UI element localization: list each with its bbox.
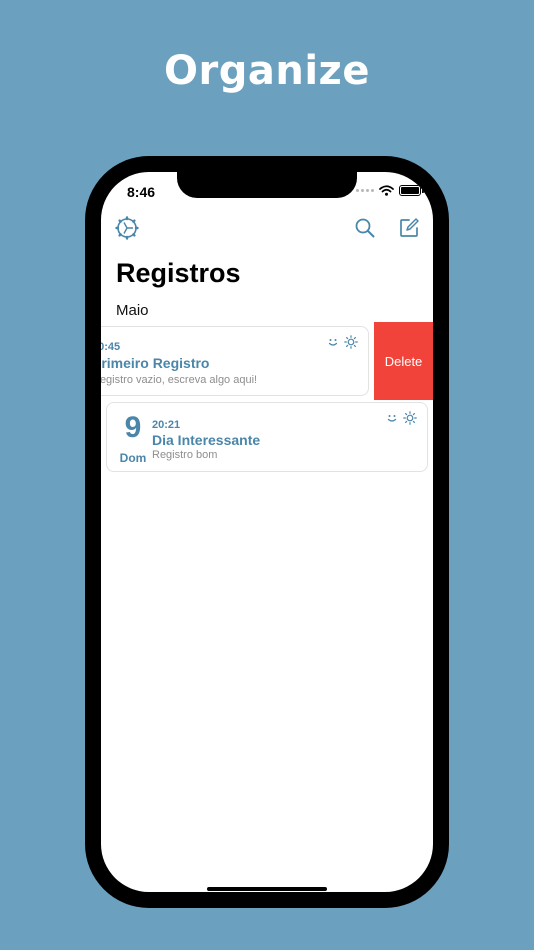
- headline: Organize: [164, 48, 370, 94]
- status-icons: [356, 185, 424, 196]
- entry-preview: Registro bom: [152, 449, 218, 461]
- smile-icon: [328, 339, 338, 346]
- entry-title: Dia Interessante: [152, 432, 261, 448]
- entry-day-name: Dom: [119, 451, 147, 465]
- entry-card[interactable]: 20:45 Primeiro Registro Registro vazio, …: [101, 326, 369, 396]
- sun-icon: [403, 411, 417, 425]
- section-header: Maio: [116, 302, 149, 319]
- phone-frame: 8:46 Registros Maio 0:45 Primeiro Regist…: [85, 156, 449, 908]
- entry-preview: Registro vazio, escreva algo aqui!: [101, 374, 258, 386]
- entry-time: 20:21: [152, 419, 181, 431]
- delete-button[interactable]: Delete: [374, 322, 433, 400]
- entry-moods: [326, 335, 358, 349]
- entry-day-number: 9: [124, 411, 142, 444]
- page-title: Registros: [116, 258, 241, 288]
- smile-icon: [387, 415, 397, 422]
- status-time: 8:46: [127, 184, 156, 200]
- home-indicator[interactable]: [207, 887, 327, 891]
- gear-icon[interactable]: [115, 216, 139, 240]
- entry-time: 20:45: [101, 341, 121, 353]
- entry-card[interactable]: 9 Dom 20:21 Dia Interessante Registro bo…: [106, 402, 428, 472]
- signal-icon: [356, 189, 374, 192]
- search-icon[interactable]: [353, 216, 377, 240]
- entry-title: Primeiro Registro: [101, 355, 210, 371]
- battery-icon: [399, 185, 424, 196]
- app-screen: 8:46 Registros Maio 0:45 Primeiro Regist…: [101, 172, 433, 892]
- notch: [177, 172, 357, 198]
- wifi-icon: [379, 185, 394, 196]
- entry-moods: [385, 411, 417, 425]
- compose-icon[interactable]: [397, 216, 421, 240]
- sun-icon: [344, 335, 358, 349]
